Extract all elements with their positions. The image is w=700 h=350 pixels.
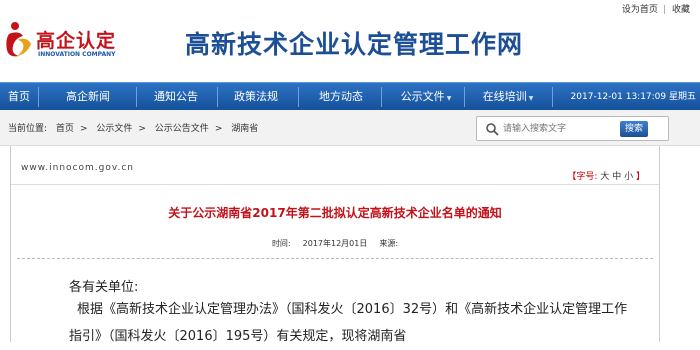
breadcrumb-prefix: 当前位置: [8,124,48,134]
divider [11,184,659,185]
nav-item-public-files[interactable]: 公示文件 ▼ [392,83,460,111]
search-box: 搜索 [476,116,669,141]
separator: | [662,5,666,15]
nav-datetime: 2017-12-01 13:17:09 星期五 [570,92,696,102]
publish-date: 2017年12月01日 [302,239,368,248]
chevron-down-icon: ▼ [446,95,452,102]
nav-item-online-training[interactable]: 在线培训 ▼ [473,83,543,111]
font-size-switcher: 【字号: 大 中 小 】 [567,169,645,182]
nav-item-online-training-label: 在线培训 [482,90,527,103]
site-logo[interactable]: 高企认定 INNOVATION COMPANY [5,18,135,68]
search-icon [486,123,499,136]
font-size-small[interactable]: 小 [624,172,633,182]
divider [17,258,653,259]
nav-item-policies[interactable]: 政策法规 [225,83,287,111]
article-panel: www.innocom.gov.cn 【字号: 大 中 小 】 关于公示湖南省2… [10,146,660,344]
breadcrumb-item-home[interactable]: 首页 [56,124,74,134]
logo-text-en: INNOVATION COMPANY [38,51,116,58]
set-homepage-link[interactable]: 设为首页 [622,2,658,15]
nav-item-notices[interactable]: 通知公告 [145,83,207,111]
top-links: 设为首页 | 收藏 [616,2,690,15]
site-header: 高企认定 INNOVATION COMPANY 高新技术企业认定管理工作网 设为… [0,0,700,80]
breadcrumb-separator: > [79,124,88,134]
breadcrumb-item-notice-files[interactable]: 公示公告文件 [155,124,209,134]
breadcrumb-bar: 当前位置: 首页 > 公示文件 > 公示公告文件 > 湖南省 搜索 [0,110,700,146]
nav-divider [38,87,39,107]
article-greeting: 各有关单位: [69,280,139,295]
search-input[interactable] [503,121,618,137]
time-label: 时间: [271,239,291,248]
logo-text-cn: 高企认定 [36,30,117,52]
nav-item-news[interactable]: 高企新闻 [57,83,119,111]
article-meta: 时间: 2017年12月01日 来源: [11,238,659,249]
nav-divider [136,87,137,107]
nav-divider [217,87,218,107]
nav-divider [464,87,465,107]
chevron-down-icon: ▼ [528,95,534,102]
font-size-label: 【字号: [567,172,598,182]
logo-mark-icon [6,22,31,57]
breadcrumb-separator: > [214,124,223,134]
nav-divider [552,87,553,107]
breadcrumb-separator: > [138,124,146,134]
font-size-large[interactable]: 大 [600,172,609,182]
nav-item-local-news[interactable]: 地方动态 [310,83,372,111]
font-size-close: 】 [635,172,645,182]
article-title: 关于公示湖南省2017年第二批拟认定高新技术企业名单的通知 [168,206,502,220]
main-nav: 首页 高企新闻 通知公告 政策法规 地方动态 公示文件 ▼ 在线培训 ▼ 2017-… [0,82,700,110]
search-button[interactable]: 搜索 [620,121,648,137]
nav-divider [381,87,382,107]
breadcrumb: 当前位置: 首页 > 公示文件 > 公示公告文件 > 湖南省 [8,121,264,134]
site-url: www.innocom.gov.cn [21,163,134,173]
nav-divider [298,87,299,107]
bookmark-link[interactable]: 收藏 [672,2,690,15]
site-title: 高新技术企业认定管理工作网 [185,30,524,59]
breadcrumb-item-hunan[interactable]: 湖南省 [231,124,258,134]
font-size-medium[interactable]: 中 [612,172,621,182]
source-label: 来源: [379,239,399,248]
breadcrumb-item-public-files[interactable]: 公示文件 [96,124,132,134]
nav-item-public-files-label: 公示文件 [400,90,445,103]
nav-item-home[interactable]: 首页 [0,83,38,111]
